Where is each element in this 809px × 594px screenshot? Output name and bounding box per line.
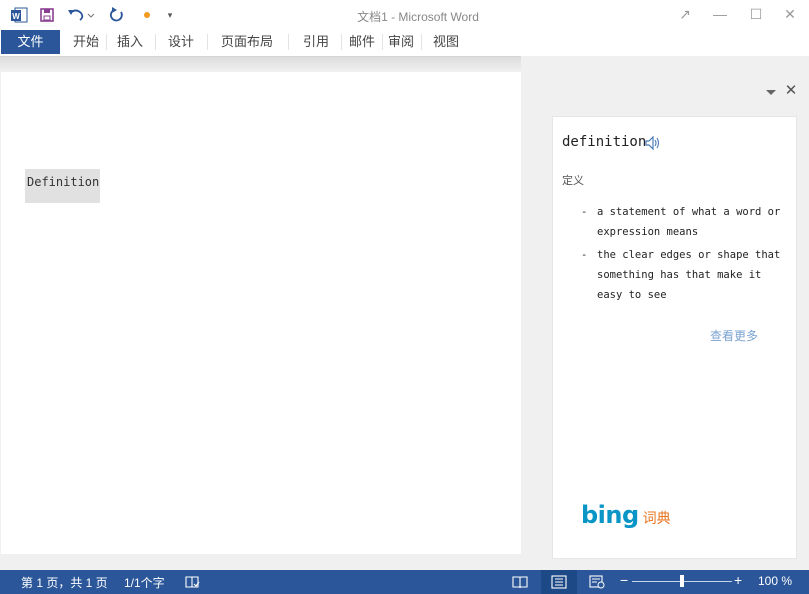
tab-divider xyxy=(106,34,107,50)
dictionary-card: definition 定义 - a statement of what a wo… xyxy=(552,116,797,559)
word-count-status[interactable]: 1/1个字 xyxy=(124,574,165,591)
tab-page-layout[interactable]: 页面布局 xyxy=(213,30,281,54)
zoom-slider-thumb[interactable] xyxy=(680,575,684,587)
tab-file[interactable]: 文件 xyxy=(1,30,60,54)
part-of-speech: 定义 xyxy=(562,175,584,187)
restore-ribbon-icon[interactable]: ↗ xyxy=(673,4,697,24)
tab-review[interactable]: 审阅 xyxy=(384,30,418,54)
minimize-button[interactable]: — xyxy=(708,4,732,24)
pane-close-icon[interactable]: ✕ xyxy=(784,83,798,99)
bing-dictionary-logo: bing 词典 xyxy=(581,501,671,529)
tab-design[interactable]: 设计 xyxy=(161,30,201,54)
maximize-button[interactable]: ☐ xyxy=(744,4,768,24)
tab-view[interactable]: 视图 xyxy=(427,30,465,54)
definition-text: the clear edges or shape that something … xyxy=(597,249,781,301)
page-count-status[interactable]: 第 1 页，共 1 页 xyxy=(21,574,108,591)
speaker-icon[interactable] xyxy=(645,135,661,151)
ribbon-shadow xyxy=(0,56,521,72)
proofing-book-icon[interactable] xyxy=(183,573,201,591)
tab-divider xyxy=(207,34,208,50)
zoom-level[interactable]: 100 % xyxy=(758,574,792,588)
dictionary-label: 词典 xyxy=(642,510,671,526)
document-page[interactable]: Definition xyxy=(1,72,521,554)
see-more-link[interactable]: 查看更多 xyxy=(710,327,758,344)
tab-insert[interactable]: 插入 xyxy=(110,30,150,54)
close-button[interactable]: ✕ xyxy=(778,4,802,24)
tab-home[interactable]: 开始 xyxy=(67,30,105,54)
dictionary-headword: definition xyxy=(562,134,647,150)
tab-divider xyxy=(341,34,342,50)
title-bar: W ▾ 文档1 - Microsoft Word ↗ — ☐ ✕ xyxy=(0,0,809,30)
ribbon-divider xyxy=(0,56,521,57)
selected-text-content: Definition xyxy=(27,175,100,189)
tab-divider xyxy=(421,34,422,50)
zoom-in-button[interactable]: + xyxy=(734,572,742,588)
read-mode-icon[interactable] xyxy=(511,573,529,591)
web-layout-icon[interactable] xyxy=(588,573,606,591)
bing-logo-text: bing xyxy=(581,501,639,529)
definition-bullet: - xyxy=(581,206,588,218)
tab-divider xyxy=(382,34,383,50)
print-layout-icon[interactable] xyxy=(550,573,568,591)
definition-bullet: - xyxy=(581,249,588,261)
status-bar: 第 1 页，共 1 页 1/1个字 − + 100 % xyxy=(0,570,809,594)
ribbon-tabs: 文件 开始 插入 设计 页面布局 引用 邮件 审阅 视图 xyxy=(0,30,809,56)
tab-divider xyxy=(288,34,289,50)
zoom-out-button[interactable]: − xyxy=(620,572,628,588)
pane-options-chevron-icon[interactable] xyxy=(765,85,777,99)
tab-references[interactable]: 引用 xyxy=(296,30,336,54)
tab-divider xyxy=(155,34,156,50)
tab-mailings[interactable]: 邮件 xyxy=(344,30,380,54)
definition-text: a statement of what a word or expression… xyxy=(597,206,781,238)
selected-text[interactable]: Definition xyxy=(25,169,100,203)
